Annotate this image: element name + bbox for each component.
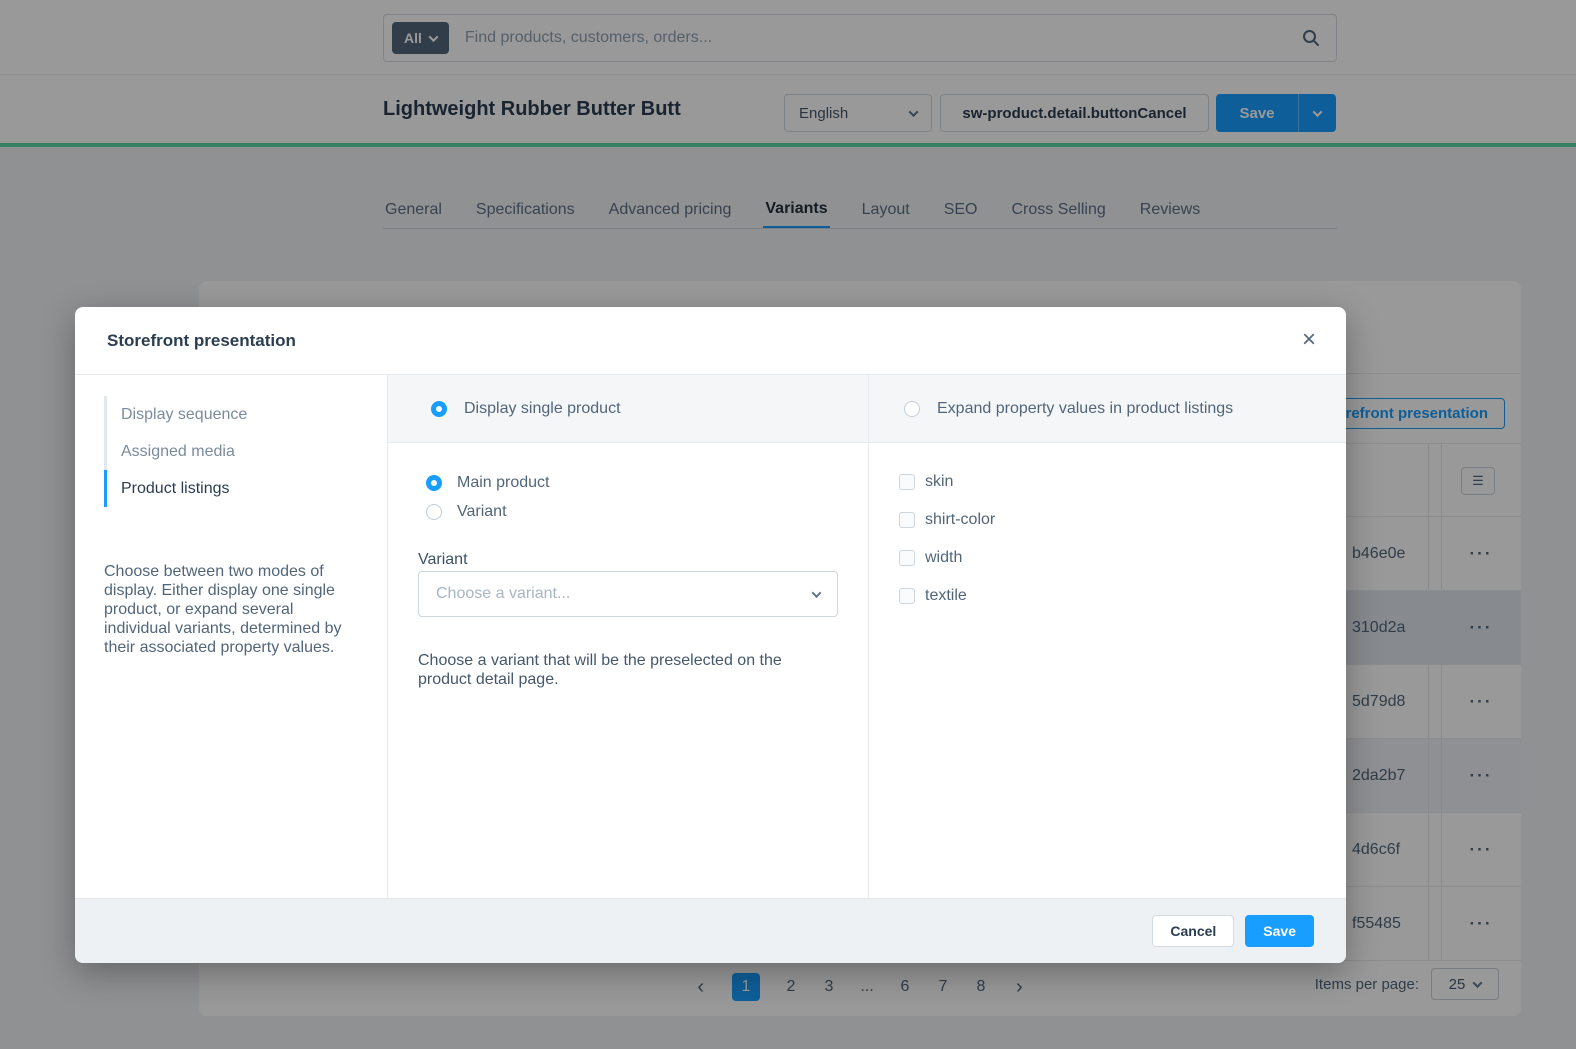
checkbox-icon[interactable] [899,550,915,566]
variant-select[interactable]: Choose a variant... [418,571,838,617]
modal-header: Storefront presentation × [75,307,1346,375]
close-icon[interactable]: × [1302,328,1316,352]
main-product-label: Main product [457,474,550,492]
modal-title: Storefront presentation [107,307,296,375]
single-product-mode-label: Display single product [464,400,621,418]
variant-option[interactable]: Variant [426,503,507,521]
checkbox-icon[interactable] [899,588,915,604]
expand-mode-label: Expand property values in product listin… [937,400,1233,418]
radio-checked-icon[interactable] [426,475,442,491]
property-textile[interactable]: textile [899,577,1326,615]
property-label: shirt-color [925,511,995,529]
storefront-presentation-modal: Storefront presentation × Display sequen… [75,307,1346,963]
main-product-option[interactable]: Main product [426,474,550,492]
single-product-mode-option[interactable]: Display single product [388,375,868,443]
expand-mode-option[interactable]: Expand property values in product listin… [869,375,1346,443]
modal-footer: Cancel Save [75,898,1346,963]
property-width[interactable]: width [899,539,1326,577]
variant-help-text: Choose a variant that will be the presel… [418,651,820,689]
property-list: skin shirt-color width textile [899,463,1326,615]
variant-field-label: Variant [418,551,468,569]
property-label: textile [925,587,967,605]
property-label: width [925,549,962,567]
radio-checked-icon[interactable] [431,401,447,417]
checkbox-icon[interactable] [899,512,915,528]
mode-description: Choose between two modes of display. Eit… [104,562,358,657]
radio-unchecked-icon[interactable] [904,401,920,417]
modal-body: Display sequence Assigned media Product … [75,375,1346,898]
single-product-column: Display single product Main product Vari… [388,375,869,898]
property-skin[interactable]: skin [899,463,1326,501]
chevron-down-icon [812,588,822,598]
property-label: skin [925,473,953,491]
modal-sidebar: Display sequence Assigned media Product … [75,375,388,898]
modal-save-button[interactable]: Save [1245,915,1314,947]
nav-item-assigned-media[interactable]: Assigned media [104,433,367,470]
nav-item-display-sequence[interactable]: Display sequence [104,396,367,433]
variant-option-label: Variant [457,503,507,521]
variant-select-placeholder: Choose a variant... [436,585,570,603]
modal-nav: Display sequence Assigned media Product … [104,396,367,507]
expand-properties-column: Expand property values in product listin… [869,375,1346,898]
property-shirt-color[interactable]: shirt-color [899,501,1326,539]
radio-unchecked-icon[interactable] [426,504,442,520]
modal-cancel-button[interactable]: Cancel [1152,915,1234,947]
checkbox-icon[interactable] [899,474,915,490]
nav-item-product-listings[interactable]: Product listings [104,470,367,507]
